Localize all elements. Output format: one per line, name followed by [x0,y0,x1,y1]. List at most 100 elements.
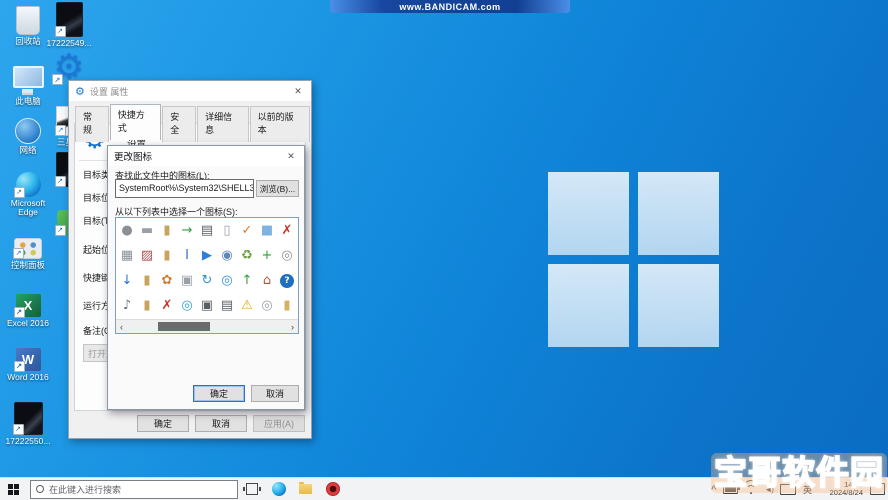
icon-glyph: ▮ [143,273,151,288]
shell32-icon-13[interactable]: ▶ [197,243,217,268]
change-icon-titlebar[interactable]: 更改图标 [108,146,304,166]
icon-glyph: ▤ [200,223,214,238]
shell32-icon-27[interactable]: ♪ [117,293,137,318]
cancel-button[interactable]: 取消 [195,415,247,432]
desktop-icon-label: 网络 [19,145,37,155]
icon-glyph: ◎ [281,248,293,263]
shortcut-arrow-icon: ↗ [51,74,63,85]
browse-button[interactable]: 浏览(B)... [256,180,299,197]
icon-grid[interactable]: ● ▬ ▮ → ▤ ▯ ✓ ■ ✗ ▦ ▨ ▮ I ▶ ◉ ♻ + ◎ ↓ ▮ ✿ ▣ ↻ ◎ ↑ ⌂? ♪ ▮ ✗ ◎ ▣ ▤ ⚠ ◎ ▮ [115,217,299,334]
taskbar-search-input[interactable]: 在此键入进行搜索 [30,479,238,499]
shell32-icon-29[interactable]: ✗ [157,293,177,318]
shortcut-arrow-icon: ↗ [13,361,25,372]
icon-glyph: ♪ [122,298,132,313]
windows-logo-pane [638,172,719,255]
file-explorer-button[interactable] [292,482,319,494]
ok-button[interactable]: 确定 [193,385,245,402]
desktop-icon-image-7[interactable]: ↗ 17222550... [4,402,52,446]
shell32-icon-33[interactable]: ⚠ [237,293,257,318]
shell32-icon-15[interactable]: ♻ [237,243,257,268]
shell32-icon-34[interactable]: ◎ [257,293,277,318]
shell32-icon-17[interactable]: ◎ [277,243,297,268]
shell32-icon-19[interactable]: ▮ [137,268,157,293]
shell32-icon-6[interactable]: ✓ [237,218,257,243]
scroll-left-icon[interactable] [116,321,127,333]
shell32-icon-8[interactable]: ✗ [277,218,297,243]
close-icon[interactable] [284,151,298,162]
shell32-icon-22[interactable]: ↻ [197,268,217,293]
scroll-right-icon[interactable] [287,321,298,333]
start-button[interactable] [0,483,27,495]
desktop-icon-label: Microsoft Edge [10,198,46,217]
shell32-icon-35[interactable]: ▮ [277,293,297,318]
icon-glyph: ▣ [200,298,214,313]
shortcut-arrow-icon: ↗ [13,307,25,318]
shell32-icon-25[interactable]: ⌂ [257,268,277,293]
apply-button[interactable]: 应用(A) [253,415,305,432]
desktop-icon-excel-5[interactable]: ↗Excel 2016 [4,294,52,328]
shell32-icon-30[interactable]: ◎ [177,293,197,318]
desktop-icon-network-2[interactable]: 网络 [4,118,52,155]
icon-glyph: ▶ [202,248,212,263]
tab-快捷方式[interactable]: 快捷方式 [109,104,162,140]
shell32-icon-16[interactable]: + [257,243,277,268]
word-icon: ↗ [13,348,41,372]
shell32-icon-31[interactable]: ▣ [197,293,217,318]
icon-glyph: ▤ [220,298,234,313]
properties-titlebar[interactable]: 设置 属性 [69,81,311,101]
ok-button[interactable]: 确定 [137,415,189,432]
cancel-button[interactable]: 取消 [251,385,299,402]
shell32-icon-24[interactable]: ↑ [237,268,257,293]
tab-常规[interactable]: 常规 [75,106,109,142]
shell32-icon-14[interactable]: ◉ [217,243,237,268]
desktop-icon-control-4[interactable]: ↗ 控制面板 [4,238,52,270]
shell32-icon-2[interactable]: ▮ [157,218,177,243]
recycle-icon [16,6,40,35]
edge-icon [271,482,286,496]
bandicam-recording-button[interactable] [319,482,346,496]
folder-icon [299,482,312,494]
shell32-icon-9[interactable]: ▦ [117,243,137,268]
desktop-icon-thumbd-0[interactable]: ↗ 17222549... [47,2,91,48]
shell32-icon-11[interactable]: ▮ [157,243,177,268]
desktop-icon-edge-3[interactable]: ↗ Microsoft Edge [4,172,52,217]
windows-logo-pane [638,264,719,347]
horizontal-scrollbar[interactable] [116,319,298,333]
shell32-icon-32[interactable]: ▤ [217,293,237,318]
desktop-icon-label: 回收站 [15,36,41,46]
desktop-icon-computer-1[interactable]: 此电脑 [4,62,52,106]
icon-glyph: ◉ [221,248,233,263]
tab-详细信息[interactable]: 详细信息 [197,106,249,142]
taskbar-edge-button[interactable] [265,482,292,496]
shell32-icon-1[interactable]: ▬ [137,218,157,243]
icon-glyph: ⌂ [262,273,272,288]
shell32-icon-7[interactable]: ■ [257,218,277,243]
shell32-icon-21[interactable]: ▣ [177,268,197,293]
desktop-icon-recycle-0[interactable]: 回收站 [4,6,52,46]
shell32-icon-10[interactable]: ▨ [137,243,157,268]
shell32-icon-23[interactable]: ◎ [217,268,237,293]
shell32-icon-5[interactable]: ▯ [217,218,237,243]
tab-安全[interactable]: 安全 [162,106,197,142]
shell32-icon-26[interactable]: ? [277,268,297,293]
scrollbar-thumb[interactable] [158,322,210,331]
desktop-icon-word-6[interactable]: ↗Word 2016 [4,348,52,382]
shell32-icon-18[interactable]: ↓ [117,268,137,293]
close-icon[interactable] [291,86,305,97]
shell32-icon-20[interactable]: ✿ [157,268,177,293]
shell32-icon-28[interactable]: ▮ [137,293,157,318]
icon-glyph: → [181,223,193,238]
shell32-icon-0[interactable]: ● [117,218,137,243]
icon-path-input[interactable]: SystemRoot%\System32\SHELL32.dll [115,179,254,198]
windows-logo-pane [548,264,629,347]
task-view-button[interactable] [238,483,265,495]
tab-以前的版本[interactable]: 以前的版本 [249,106,310,142]
task-view-icon [242,483,261,495]
site-watermark: 宝哥软件园 [711,453,887,493]
shell32-icon-12[interactable]: I [177,243,197,268]
shell32-icon-3[interactable]: → [177,218,197,243]
desktop-icon-settings-1[interactable]: ↗ [50,50,88,85]
properties-tabs: 常规 快捷方式 安全 详细信息 以前的版本 [69,104,311,142]
shell32-icon-4[interactable]: ▤ [197,218,217,243]
icon-glyph: ▮ [163,248,171,263]
